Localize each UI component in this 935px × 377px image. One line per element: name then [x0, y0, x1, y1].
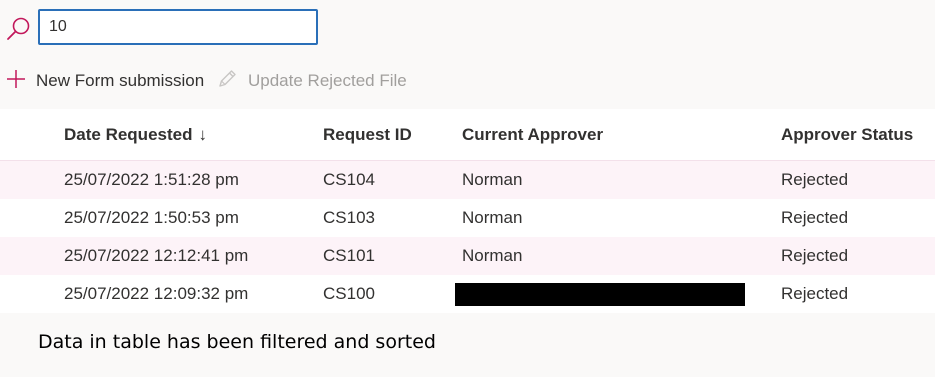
column-header-current-approver[interactable]: Current Approver	[462, 109, 603, 160]
cell-date-requested: 25/07/2022 12:09:32 pm	[64, 284, 249, 303]
table-row[interactable]: 25/07/2022 12:12:41 pm CS101 Norman Reje…	[0, 237, 935, 275]
cell-approver-status: Rejected	[781, 170, 849, 189]
cell-request-id: CS101	[323, 246, 375, 265]
cell-current-approver: Norman	[462, 170, 523, 189]
sort-descending-icon: ↓	[198, 124, 207, 144]
search-icon[interactable]	[6, 16, 32, 42]
cell-current-approver: Norman	[462, 246, 523, 265]
command-bar: New Form submission Update Rejected File	[0, 62, 935, 100]
column-header-label: Date Requested	[64, 124, 193, 144]
column-header-date-requested[interactable]: Date Requested ↓	[64, 109, 207, 160]
cell-request-id: CS104	[323, 170, 375, 189]
cell-date-requested: 25/07/2022 1:50:53 pm	[64, 208, 239, 227]
update-rejected-file-button[interactable]: Update Rejected File	[216, 62, 407, 100]
table-row[interactable]: 25/07/2022 1:50:53 pm CS103 Norman Rejec…	[0, 199, 935, 237]
cell-approver-status: Rejected	[781, 246, 849, 265]
column-header-request-id[interactable]: Request ID	[323, 109, 412, 160]
column-header-label: Approver Status	[781, 124, 914, 144]
cell-request-id: CS103	[323, 208, 375, 227]
cell-approver-status: Rejected	[781, 284, 849, 303]
caption-text: Data in table has been filtered and sort…	[38, 331, 436, 353]
redacted-approver-block	[455, 283, 745, 306]
table-row[interactable]: 25/07/2022 1:51:28 pm CS104 Norman Rejec…	[0, 161, 935, 199]
new-form-submission-label: New Form submission	[36, 71, 205, 90]
column-header-label: Current Approver	[462, 124, 604, 144]
new-form-submission-button[interactable]: New Form submission	[6, 62, 204, 100]
cell-date-requested: 25/07/2022 1:51:28 pm	[64, 170, 239, 189]
table-row[interactable]: 25/07/2022 12:09:32 pm CS100 Rejected	[0, 275, 935, 313]
pencil-icon	[216, 68, 248, 95]
update-rejected-file-label: Update Rejected File	[248, 71, 407, 90]
plus-icon	[6, 69, 36, 94]
table-header: Date Requested ↓ Request ID Current Appr…	[0, 109, 935, 161]
cell-current-approver: Norman	[462, 208, 523, 227]
submissions-table: Date Requested ↓ Request ID Current Appr…	[0, 109, 935, 313]
search-input[interactable]	[38, 9, 318, 45]
cell-approver-status: Rejected	[781, 208, 849, 227]
column-header-approver-status[interactable]: Approver Status	[781, 109, 913, 160]
cell-date-requested: 25/07/2022 12:12:41 pm	[64, 246, 249, 265]
column-header-label: Request ID	[323, 124, 412, 144]
cell-request-id: CS100	[323, 284, 375, 303]
search-bar	[0, 0, 935, 56]
